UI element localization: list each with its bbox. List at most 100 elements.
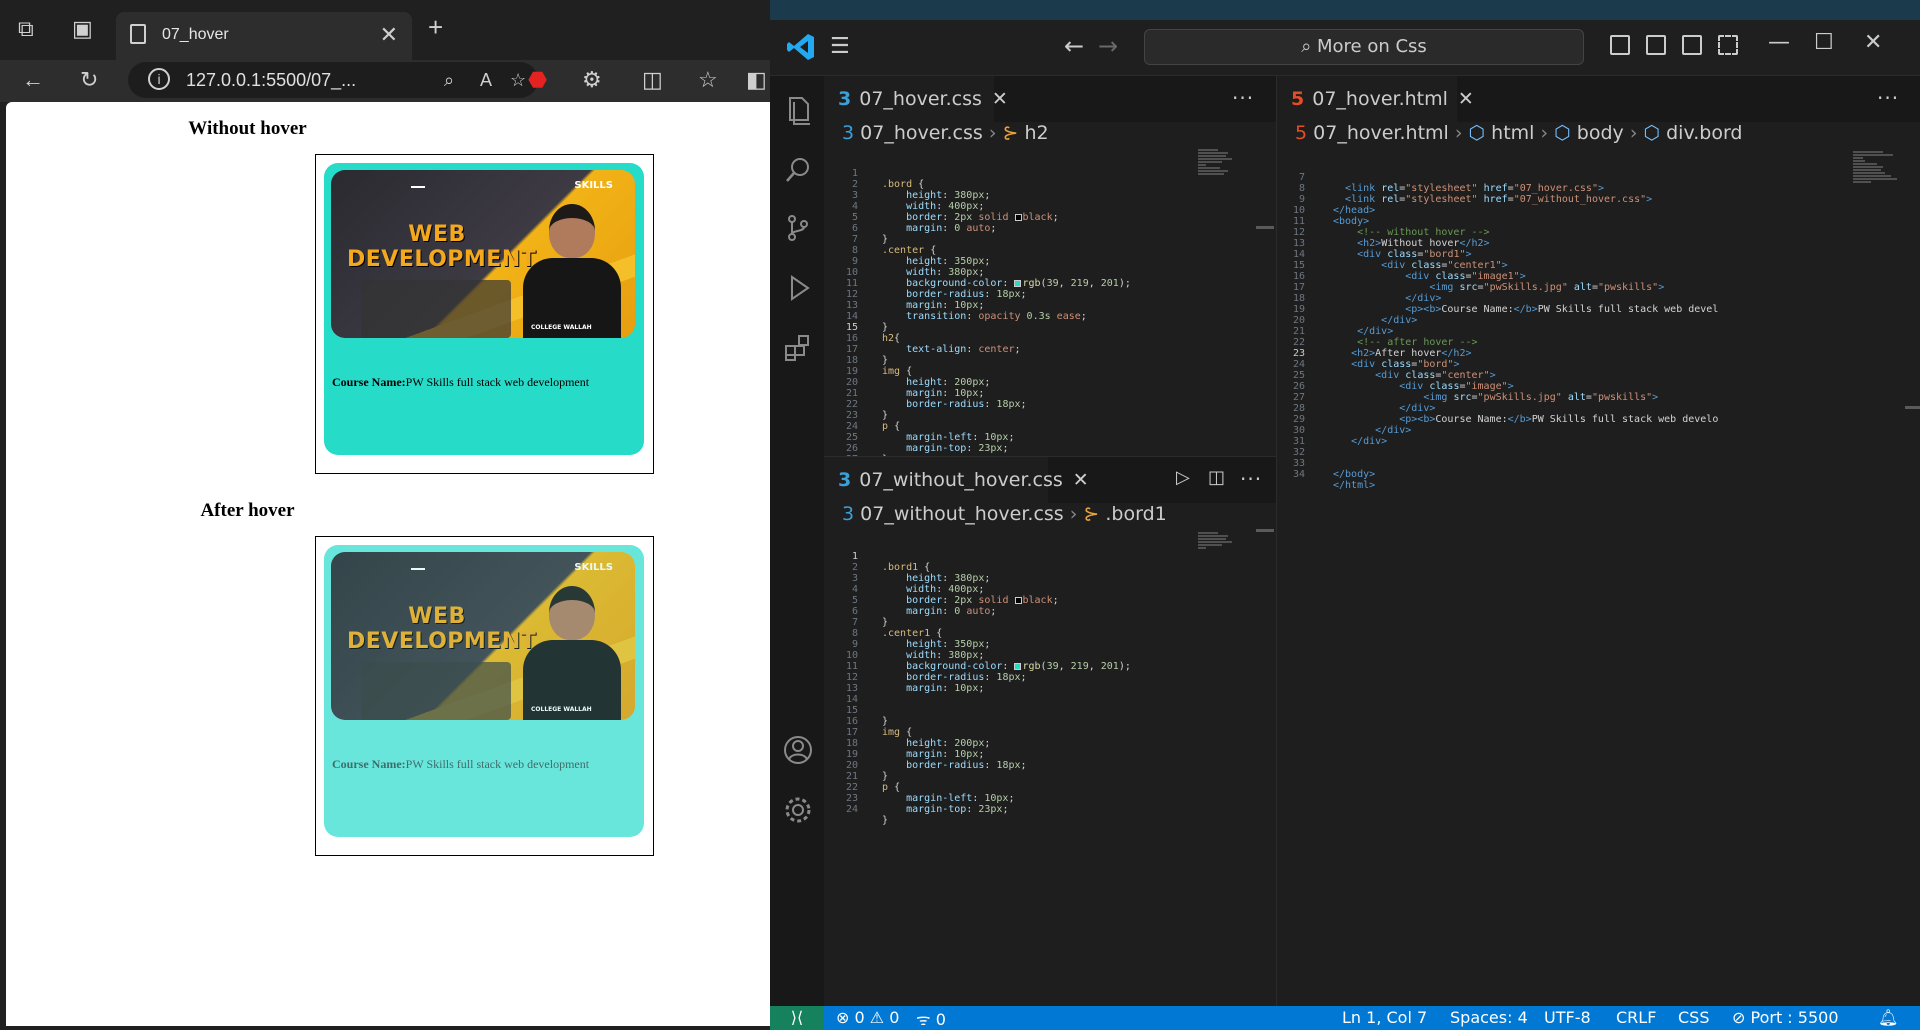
course-thumbnail: SKILLS WEB DEVELOPMENT COLLEGE WALLAH [331,170,635,338]
thumbnail-title: WEB DEVELOPMENT [347,222,537,272]
site-info-icon[interactable]: i [148,68,170,90]
notifications-bell-icon[interactable]: 🔔︎ [1878,1008,1898,1027]
line-ending[interactable]: CRLF [1616,1008,1656,1027]
close-tab-icon[interactable]: ✕ [380,22,398,48]
tab-07-without-hover-css[interactable]: 3 07_without_hover.css ✕ [824,457,1089,503]
editor-pane-hover-html: 5 07_hover.html ✕ ··· 5 07_hover.html › ⬡ … [1277,76,1920,1006]
browser-window: ⧉ ▣ 07_hover ✕ + ← ↻ i 127.0.0.1:5500/07… [0,0,770,1030]
customize-layout-icon[interactable] [1718,35,1738,55]
zoom-icon[interactable]: ⌕ [444,70,454,91]
explorer-icon[interactable] [782,94,814,126]
address-url[interactable]: 127.0.0.1:5500/07_... [186,70,356,91]
toggle-secondary-sidebar-icon[interactable] [1682,35,1702,55]
encoding[interactable]: UTF-8 [1544,1008,1591,1027]
port-label: Port : 5500 [1750,1008,1839,1027]
card-box-without-hover: SKILLS WEB DEVELOPMENT COLLEGE WALLAH Co… [315,154,654,474]
settings-gear-icon[interactable] [782,794,814,826]
maximize-icon[interactable]: ☐ [1814,30,1834,55]
extension-shield-icon[interactable]: ⬣ [528,67,547,93]
breadcrumb-file[interactable]: 07_hover.css [860,122,983,144]
favorite-star-icon[interactable]: ☆ [510,70,526,91]
tab-07-hover-css[interactable]: 3 07_hover.css ✕ [824,76,1008,122]
vscode-logo-icon [787,34,814,60]
more-actions-icon[interactable]: ··· [1232,86,1254,110]
ports-indicator[interactable]: ᯤ 0 [916,1008,946,1030]
browser-tab-07-hover[interactable]: 07_hover ✕ [116,12,412,60]
language-mode[interactable]: CSS [1678,1008,1709,1027]
instructor-photo: COLLEGE WALLAH [515,200,625,338]
run-debug-icon[interactable] [782,272,814,304]
css-file-icon: 3 [838,469,852,491]
workspaces-icon[interactable]: ⧉ [18,16,34,42]
forward-arrow-icon[interactable]: → [1098,32,1118,60]
live-server-port[interactable]: ⊘ Port : 5500 [1732,1008,1839,1027]
scrollbar[interactable] [1905,406,1920,409]
breadcrumb-symbol[interactable]: .bord1 [1105,503,1166,525]
minimize-icon[interactable]: — [1768,30,1790,55]
tab-label: 07_hover.html [1312,88,1448,110]
accounts-icon[interactable] [782,734,814,766]
breadcrumb: 3 07_without_hover.css › ⊱ .bord1 [842,503,1167,525]
refresh-icon[interactable]: ↻ [80,67,98,93]
problems-indicator[interactable]: ⊗ 0 ⚠ 0 [836,1008,899,1027]
address-bar[interactable]: i 127.0.0.1:5500/07_... ⌕ A ☆ [128,62,538,98]
command-center-label: More on Css [1317,36,1427,57]
tab-07-hover-html[interactable]: 5 07_hover.html ✕ [1277,76,1474,122]
remote-indicator-icon[interactable]: ⟩⟨ [770,1006,824,1030]
breadcrumb-div-bord[interactable]: div.bord [1666,122,1742,144]
css-file-icon: 3 [842,122,855,144]
breadcrumb-body[interactable]: body [1577,122,1624,144]
scrollbar[interactable] [1256,226,1274,229]
toggle-panel-icon[interactable] [1646,35,1666,55]
read-aloud-icon[interactable]: A [480,70,492,91]
split-editor-icon[interactable]: ◫ [1208,467,1226,488]
close-tab-icon[interactable]: ✕ [1073,469,1089,491]
minimap[interactable] [1198,148,1242,176]
run-icon[interactable]: ▷ [1176,467,1191,488]
extensions-icon[interactable] [782,332,814,364]
code-editor[interactable]: 7 8 9 10 11 12 13 14 15 16 17 18 19 20 2… [1277,150,1718,491]
instructor-photo: COLLEGE WALLAH [515,582,625,720]
breadcrumb-file[interactable]: 07_without_hover.css [860,503,1064,525]
search-icon[interactable] [782,154,814,186]
css-file-icon: 3 [842,503,855,525]
new-tab-icon[interactable]: + [428,12,443,43]
close-window-icon[interactable]: ✕ [1864,30,1882,55]
breadcrumb-file[interactable]: 07_hover.html [1313,122,1449,144]
breadcrumb: 5 07_hover.html › ⬡ html › ⬡ body › ⬡ di… [1295,122,1743,144]
more-actions-icon[interactable]: ··· [1240,467,1262,491]
course-value: PW Skills full stack web development [405,757,590,771]
thumbnail-badge: COLLEGE WALLAH [531,706,592,713]
symbol-icon: ⊱ [1083,503,1100,525]
menu-icon[interactable]: ☰ [830,34,850,59]
split-screen-icon[interactable]: ◫ [642,67,663,93]
code-editor[interactable]: 1 2 3 4 5 6 7 8 9 10 11 12 13 14 15 16 1… [824,529,1131,826]
code-editor[interactable]: 1 2 3 4 5 6 7 8 9 10 11 12 13 14 15 16 1… [824,146,1131,498]
indentation[interactable]: Spaces: 4 [1450,1008,1528,1027]
course-thumbnail: SKILLS WEB DEVELOPMENT COLLEGE WALLAH [331,552,635,720]
command-center[interactable]: ⌕ More on Css [1144,29,1584,65]
scrollbar[interactable] [1256,529,1274,532]
page-icon [130,24,146,44]
favorites-icon[interactable]: ☆ [698,67,718,93]
close-tab-icon[interactable]: ✕ [1458,88,1474,110]
breadcrumb-symbol[interactable]: h2 [1024,122,1048,144]
editor-tabs: 5 07_hover.html ✕ ··· [1277,76,1920,122]
close-tab-icon[interactable]: ✕ [992,88,1008,110]
extensions-icon[interactable]: ⚙ [582,67,602,93]
vscode-title-bar: ☰ ← → ⌕ More on Css — ☐ ✕ [770,20,1920,76]
cursor-position[interactable]: Ln 1, Col 7 [1342,1008,1427,1027]
collections-icon[interactable]: ◧ [746,67,767,93]
back-icon[interactable]: ← [22,67,44,93]
breadcrumb-html[interactable]: html [1491,122,1534,144]
back-arrow-icon[interactable]: ← [1064,32,1084,60]
course-name: Course Name:PW Skills full stack web dev… [332,757,589,772]
tab-actions-icon[interactable]: ▣ [72,16,93,42]
minimap[interactable] [1853,150,1897,184]
minimap[interactable] [1198,531,1242,550]
card-after-hover[interactable]: SKILLS WEB DEVELOPMENT COLLEGE WALLAH Co… [324,545,644,837]
toggle-primary-sidebar-icon[interactable] [1610,35,1630,55]
activity-bar [770,76,824,1006]
source-control-icon[interactable] [782,212,814,244]
more-actions-icon[interactable]: ··· [1877,86,1899,110]
